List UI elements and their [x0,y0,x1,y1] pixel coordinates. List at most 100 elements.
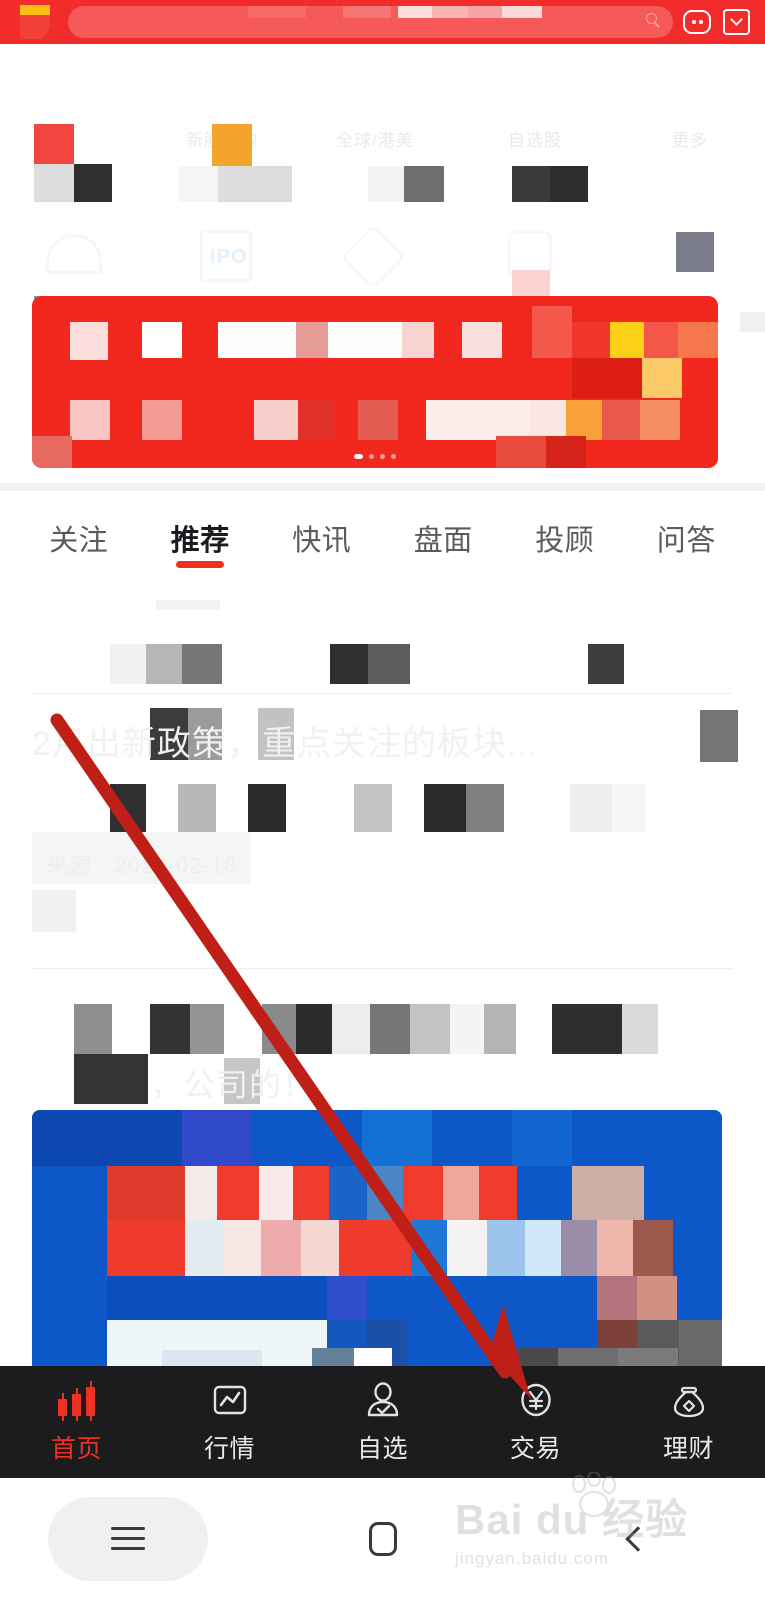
news-feed: 2月出新政策，重点关注的板块... 来源 · 2024-02-18 ，公司的！ [0,600,765,1104]
mosaic-block [70,322,108,360]
mosaic-block [678,322,718,358]
mosaic-block [332,1004,370,1054]
mosaic-block [368,166,404,202]
system-navigation-bar [0,1478,765,1600]
mosaic-block [572,322,610,358]
mosaic-block [212,124,252,166]
mosaic-block [110,784,146,832]
nav-label: 首页 [50,1435,102,1463]
shortcut-ghost-label: 全球/港美 [336,131,414,150]
nav-item-trade[interactable]: 交易 [459,1379,612,1465]
tab-label: 关注 [49,525,109,557]
mosaic-block [479,1166,517,1220]
person-check-icon [362,1379,404,1421]
tab-tougu[interactable]: 投顾 [504,491,626,559]
shortcut-ghost-label: 自选股 [508,131,562,150]
home-square-icon [368,1522,397,1556]
mosaic-block [443,1166,479,1220]
mosaic-block [74,164,112,202]
mosaic-block [530,400,566,440]
search-redaction [398,6,432,18]
mosaic-block [367,1166,403,1220]
mosaic-block [293,1166,329,1220]
mosaic-block [640,400,680,440]
mosaic-block [261,1220,301,1276]
candlestick-icon [56,1379,98,1421]
mosaic-block [150,1004,190,1054]
ipo-ghost-label: IPO [210,246,248,268]
nav-item-finance[interactable]: 理财 [612,1379,765,1465]
mosaic-block [740,312,765,332]
tab-panmian[interactable]: 盘面 [383,491,505,559]
banner-page-dots [354,454,396,459]
feed-tab-strip: 关注 推荐 快讯 盘面 投顾 问答 [0,491,765,577]
tab-kuaixun[interactable]: 快讯 [261,491,383,559]
mosaic-block [610,322,644,358]
mosaic-block [633,1220,673,1276]
mosaic-block [644,322,678,358]
shortcut-grid: 新股申购 全球/港美 自选股 更多 IPO 基金 新股日历 精选 理财 [0,44,765,332]
diamond-ghost-icon [340,224,406,290]
app-root: 新股申购 全球/港美 自选股 更多 IPO 基金 新股日历 精选 理财 [0,0,765,1600]
tab-label: 投顾 [535,525,595,557]
search-redaction [502,6,542,18]
mosaic-block [546,436,586,468]
app-logo[interactable] [12,5,58,39]
search-icon [646,13,661,28]
menu-button[interactable] [0,1478,255,1600]
mosaic-block [484,1004,516,1054]
search-input[interactable] [68,6,673,38]
line-chart-icon [209,1379,251,1421]
mosaic-block [32,436,72,468]
message-icon[interactable] [683,7,713,37]
mosaic-block [107,1166,185,1220]
search-redaction [248,6,306,18]
mosaic-block [32,1110,182,1166]
mosaic-block [466,784,504,832]
promo-banner-blue[interactable] [32,1110,722,1372]
tab-indicator [176,561,225,568]
mosaic-block [223,1220,261,1276]
mosaic-block [572,358,642,398]
mosaic-block [74,1004,112,1054]
mosaic-block [327,1276,367,1320]
home-button[interactable] [255,1478,510,1600]
feed-ghost-text: 来源 · 2024-02-18 [46,853,238,878]
tab-wenda[interactable]: 问答 [626,491,748,559]
tab-guanzhu[interactable]: 关注 [18,491,140,559]
inbox-download-icon[interactable] [723,7,753,37]
mosaic-block [218,322,296,358]
tab-tuijian[interactable]: 推荐 [140,491,262,568]
back-button[interactable] [510,1478,765,1600]
nav-item-watchlist[interactable]: 自选 [306,1379,459,1465]
mosaic-block [74,1054,148,1104]
mosaic-block [676,232,714,272]
mosaic-block [328,322,402,358]
nav-item-market[interactable]: 行情 [153,1379,306,1465]
yen-circle-icon [515,1379,557,1421]
mosaic-block [602,400,640,440]
feed-divider [32,968,732,969]
mosaic-block [447,1220,487,1276]
shortcut-ghost-icon [46,234,102,274]
mosaic-block [107,1276,327,1320]
mosaic-block [462,322,502,358]
mosaic-block [339,1220,411,1276]
mosaic-block [410,1004,450,1054]
mosaic-block [368,644,410,684]
mosaic-block [178,166,218,202]
mosaic-block [496,436,546,468]
promo-banner-red[interactable] [32,296,718,468]
search-redaction [432,6,468,18]
mosaic-block [262,1004,296,1054]
mosaic-block [424,784,466,832]
nav-item-home[interactable]: 首页 [0,1379,153,1465]
mosaic-block [296,322,328,358]
tab-label: 问答 [656,525,716,557]
mosaic-block [622,1004,658,1054]
mosaic-block [185,1220,223,1276]
mosaic-block [525,1220,561,1276]
hamburger-icon [110,1527,145,1551]
mosaic-block [700,710,738,762]
mosaic-block [146,644,182,684]
